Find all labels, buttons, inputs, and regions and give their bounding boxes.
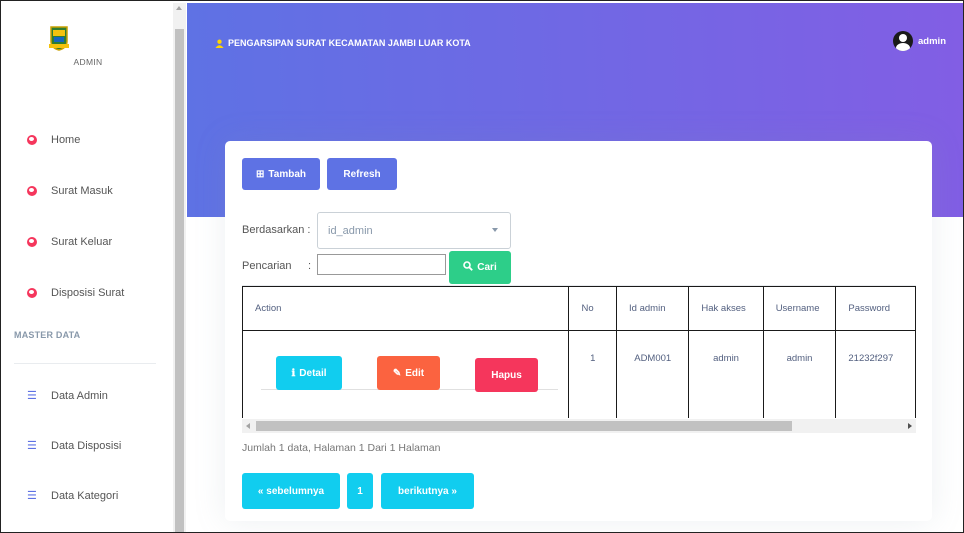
- column-header-hak-akses: Hak akses: [688, 286, 764, 331]
- page-number-label: 1: [357, 485, 363, 497]
- cell-username: admin: [762, 330, 837, 418]
- sidebar-item-surat-keluar[interactable]: Surat Keluar: [27, 236, 112, 248]
- cell-password: 21232f297: [835, 330, 916, 418]
- prev-page-label: « sebelumnya: [257, 485, 325, 497]
- scroll-thumb[interactable]: [175, 29, 184, 532]
- sidebar-item-surat-masuk[interactable]: Surat Masuk: [27, 185, 113, 197]
- page-number-button[interactable]: 1: [347, 473, 373, 509]
- sidebar-item-data-kategori[interactable]: ☰ Data Kategori: [27, 490, 118, 502]
- column-header-password: Password: [835, 286, 916, 331]
- delete-button-label: Hapus: [491, 369, 522, 381]
- search-button-label: Cari: [477, 262, 497, 273]
- user-circle-icon: [27, 186, 37, 196]
- sidebar-item-label: Disposisi Surat: [51, 287, 125, 299]
- data-table-wrapper: Action No Id admin Hak akses Username Pa…: [242, 285, 916, 418]
- detail-button[interactable]: ℹ Detail: [276, 356, 342, 390]
- section-title: MASTER DATA: [14, 330, 81, 340]
- column-header-action: Action: [242, 286, 570, 331]
- sidebar-item-home[interactable]: Home: [27, 134, 80, 146]
- user-menu[interactable]: admin: [893, 31, 946, 51]
- edit-button[interactable]: ✎ Edit: [377, 356, 440, 390]
- scroll-up-icon[interactable]: [176, 6, 182, 10]
- sidebar-item-label: Data Disposisi: [51, 440, 122, 452]
- table-summary: Jumlah 1 data, Halaman 1 Dari 1 Halaman: [242, 442, 441, 454]
- page-title: PENGARSIPAN SURAT KECAMATAN JAMBI LUAR K…: [215, 38, 471, 48]
- table-row: 1 ADM001 admin admin 21232f297: [242, 330, 916, 418]
- next-page-label: berikutnya »: [398, 485, 457, 497]
- column-header-no: No: [568, 286, 618, 331]
- sidebar-item-label: Surat Keluar: [51, 236, 113, 248]
- next-page-button[interactable]: berikutnya »: [381, 473, 474, 509]
- search-button[interactable]: Cari: [449, 251, 511, 284]
- sidebar-item-label: Data Admin: [51, 390, 108, 402]
- app-frame: ADMIN Home Surat Masuk Surat Keluar Disp…: [0, 0, 964, 533]
- scroll-right-icon[interactable]: [908, 423, 912, 429]
- sidebar-item-data-disposisi[interactable]: ☰ Data Disposisi: [27, 440, 121, 452]
- search-label: Pencarian: [242, 260, 292, 272]
- table-scrollbar[interactable]: [242, 419, 916, 433]
- column-header-username: Username: [762, 286, 837, 331]
- prev-page-button[interactable]: « sebelumnya: [242, 473, 340, 509]
- divider: [14, 363, 156, 364]
- column-header-id-admin: Id admin: [616, 286, 690, 331]
- chevron-down-icon: [492, 228, 498, 232]
- sidebar-item-label: Home: [51, 134, 81, 146]
- list-icon: ☰: [27, 390, 37, 402]
- refresh-button-label: Refresh: [343, 168, 381, 180]
- field-label: Berdasarkan :: [242, 224, 311, 236]
- username: admin: [918, 35, 946, 47]
- field-select-value: id_admin: [328, 225, 373, 237]
- user-icon: [215, 39, 224, 48]
- logo-icon: [49, 26, 69, 51]
- detail-button-label: Detail: [299, 367, 327, 379]
- list-icon: ☰: [27, 490, 37, 502]
- sidebar-scrollbar[interactable]: [173, 3, 186, 532]
- sidebar-item-label: Data Kategori: [51, 490, 119, 502]
- scroll-thumb[interactable]: [256, 421, 792, 431]
- info-icon: ℹ: [291, 367, 296, 379]
- search-separator: :: [308, 260, 312, 272]
- sidebar-item-label: Surat Masuk: [51, 185, 113, 197]
- user-circle-icon: [27, 288, 37, 298]
- list-icon: ☰: [27, 440, 37, 452]
- add-button[interactable]: ⊞ Tambah: [242, 158, 320, 190]
- sidebar-item-data-admin[interactable]: ☰ Data Admin: [27, 390, 108, 402]
- user-circle-icon: [27, 135, 37, 145]
- search-icon: [463, 261, 474, 274]
- user-circle-icon: [27, 237, 37, 247]
- cell-id-admin: ADM001: [616, 330, 690, 418]
- search-input[interactable]: [317, 254, 446, 275]
- field-select[interactable]: id_admin: [317, 212, 511, 249]
- app-title: PENGARSIPAN SURAT KECAMATAN JAMBI LUAR K…: [228, 38, 471, 48]
- sidebar: ADMIN Home Surat Masuk Surat Keluar Disp…: [3, 3, 173, 532]
- cell-no: 1: [568, 330, 618, 418]
- plus-icon: ⊞: [256, 168, 265, 180]
- delete-button[interactable]: Hapus: [475, 358, 538, 392]
- refresh-button[interactable]: Refresh: [327, 158, 397, 190]
- table-header-row: Action No Id admin Hak akses Username Pa…: [242, 286, 916, 331]
- data-table: Action No Id admin Hak akses Username Pa…: [242, 286, 916, 418]
- edit-button-label: Edit: [405, 367, 425, 379]
- avatar-icon: [893, 31, 914, 51]
- edit-icon: ✎: [392, 367, 402, 379]
- role-label: ADMIN: [73, 57, 103, 67]
- cell-hak-akses: admin: [688, 330, 764, 418]
- sidebar-item-disposisi-surat[interactable]: Disposisi Surat: [27, 287, 124, 299]
- add-button-label: Tambah: [268, 168, 306, 180]
- scroll-left-icon[interactable]: [246, 423, 250, 429]
